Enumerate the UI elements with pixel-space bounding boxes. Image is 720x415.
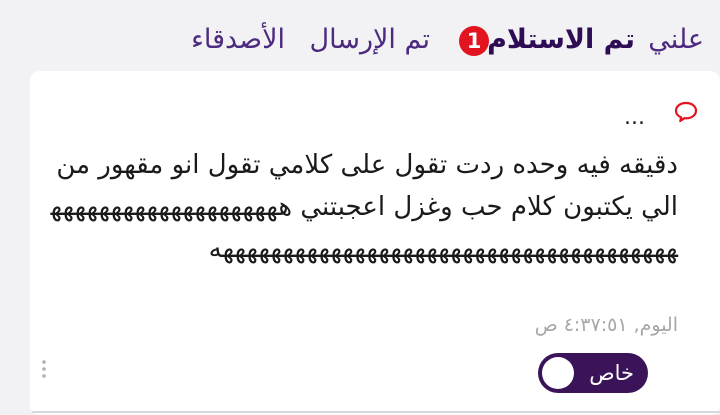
private-toggle[interactable]: خاص bbox=[538, 353, 648, 393]
bottom-divider bbox=[32, 411, 720, 413]
received-count-badge: 1 bbox=[459, 26, 489, 56]
private-toggle-label: خاص bbox=[589, 361, 634, 385]
message-text: دقيقه فيه وحده ردت تقول على كلامي تقول ا… bbox=[50, 150, 678, 264]
toggle-knob bbox=[542, 357, 574, 389]
comment-icon bbox=[674, 101, 698, 123]
message-tabs: علني تم الاستلام 1 تم الإرسال الأصدقاء bbox=[0, 0, 720, 70]
tab-received[interactable]: تم الاستلام bbox=[487, 22, 635, 58]
message-card: ... دقيقه فيه وحده ردت تقول على كلامي تق… bbox=[30, 71, 720, 415]
tab-sent[interactable]: تم الإرسال bbox=[310, 22, 430, 58]
sender-name: ... bbox=[624, 105, 645, 130]
message-timestamp: اليوم, ٤:٣٧:٥١ ص bbox=[534, 314, 678, 336]
tab-friends[interactable]: الأصدقاء bbox=[191, 22, 285, 58]
tab-public[interactable]: علني bbox=[648, 22, 704, 58]
messages-screen: علني تم الاستلام 1 تم الإرسال الأصدقاء .… bbox=[0, 0, 720, 415]
more-vertical-icon[interactable] bbox=[38, 357, 50, 381]
